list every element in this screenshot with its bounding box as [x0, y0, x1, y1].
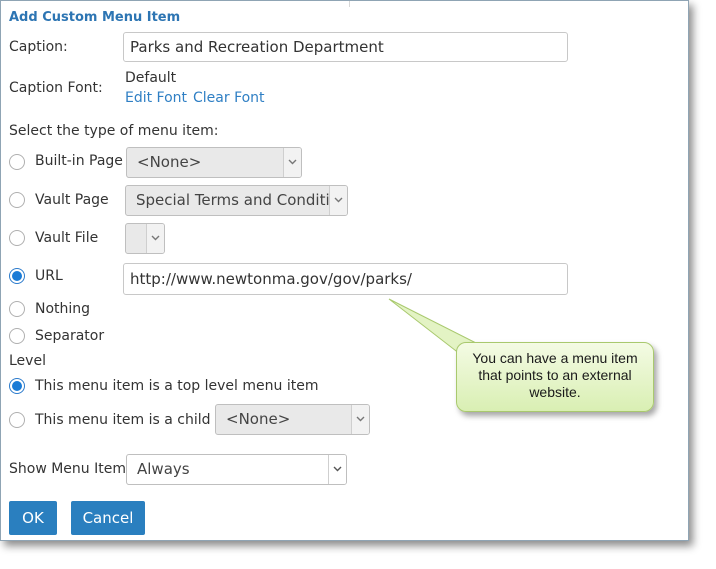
level-label: Level: [9, 353, 46, 369]
cancel-button[interactable]: Cancel: [71, 501, 145, 535]
level-top-label: This menu item is a top level menu item: [35, 378, 319, 394]
show-menu-item-select-value: Always: [137, 460, 190, 478]
vault-page-select[interactable]: Special Terms and Conditic: [125, 185, 348, 216]
level-child-select-value: <None>: [226, 410, 291, 428]
level-child-select[interactable]: <None>: [215, 404, 370, 435]
vault-page-label: Vault Page: [35, 192, 109, 208]
dialog-title: Add Custom Menu Item: [9, 10, 181, 25]
divider: [349, 1, 350, 7]
clear-font-link[interactable]: Clear Font: [193, 90, 265, 106]
edit-font-link[interactable]: Edit Font: [125, 90, 187, 106]
built-in-page-select-value: <None>: [137, 153, 202, 171]
radio-vault-file[interactable]: [9, 230, 25, 246]
caption-input[interactable]: Parks and Recreation Department: [123, 32, 568, 62]
radio-built-in-page[interactable]: [9, 154, 25, 170]
add-custom-menu-item-dialog: Add Custom Menu Item Caption: Parks and …: [0, 0, 689, 541]
level-child-label: This menu item is a child of: [35, 412, 229, 428]
menu-type-label: Select the type of menu item:: [9, 123, 219, 139]
callout-text: You can have a menu item that points to …: [472, 350, 638, 400]
chevron-down-icon: [328, 455, 346, 484]
caption-label: Caption:: [9, 39, 68, 55]
url-label: URL: [35, 268, 63, 284]
show-menu-item-select[interactable]: Always: [126, 454, 347, 485]
tooltip-callout: You can have a menu item that points to …: [456, 342, 654, 412]
radio-separator[interactable]: [9, 328, 25, 344]
radio-nothing[interactable]: [9, 301, 25, 317]
caption-font-value: Default: [125, 70, 177, 86]
vault-page-select-value: Special Terms and Conditic: [136, 191, 338, 209]
radio-level-top[interactable]: [9, 378, 25, 394]
radio-vault-page[interactable]: [9, 192, 25, 208]
separator-label: Separator: [35, 328, 105, 344]
radio-url[interactable]: [9, 268, 25, 284]
vault-file-select[interactable]: [125, 223, 165, 254]
radio-level-child[interactable]: [9, 412, 25, 428]
ok-button[interactable]: OK: [9, 501, 57, 535]
chevron-down-icon: [146, 224, 164, 253]
show-menu-item-label: Show Menu Item:: [9, 461, 131, 477]
chevron-down-icon: [329, 186, 347, 215]
nothing-label: Nothing: [35, 301, 91, 317]
url-input[interactable]: http://www.newtonma.gov/gov/parks/: [123, 263, 568, 295]
chevron-down-icon: [351, 405, 369, 434]
caption-font-label: Caption Font:: [9, 80, 103, 96]
built-in-page-select[interactable]: <None>: [126, 147, 302, 178]
built-in-page-label: Built-in Page: [35, 153, 123, 169]
vault-file-label: Vault File: [35, 230, 99, 246]
chevron-down-icon: [283, 148, 301, 177]
